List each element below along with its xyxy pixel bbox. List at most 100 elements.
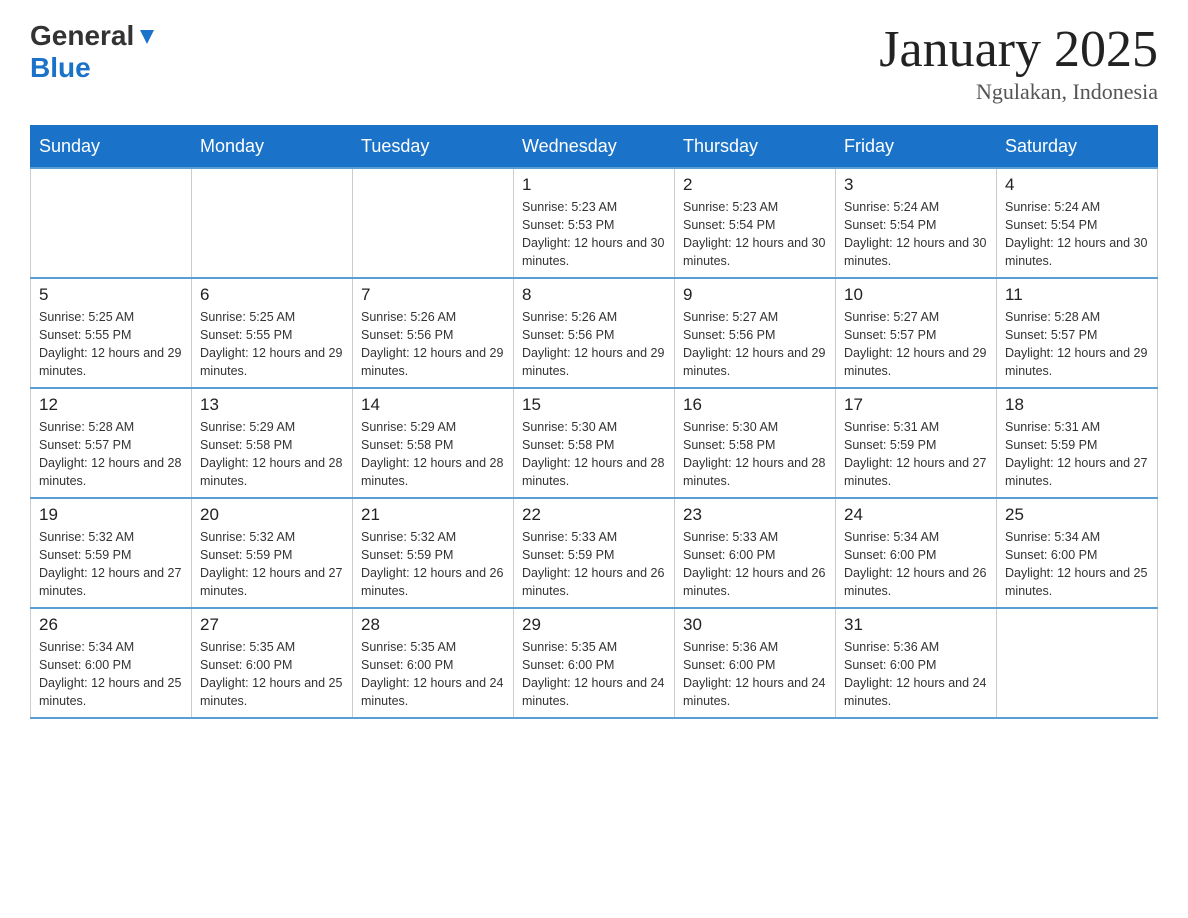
day-number: 22 (522, 505, 666, 525)
day-info: Sunrise: 5:27 AMSunset: 5:57 PMDaylight:… (844, 308, 988, 381)
calendar-cell: 16 Sunrise: 5:30 AMSunset: 5:58 PMDayligh… (675, 388, 836, 498)
day-number: 18 (1005, 395, 1149, 415)
calendar-cell: 29 Sunrise: 5:35 AMSunset: 6:00 PMDayligh… (514, 608, 675, 718)
calendar-cell (31, 168, 192, 278)
calendar-cell (353, 168, 514, 278)
day-number: 21 (361, 505, 505, 525)
title-section: January 2025 Ngulakan, Indonesia (879, 20, 1158, 105)
logo-blue: Blue (30, 52, 91, 84)
day-number: 31 (844, 615, 988, 635)
day-number: 14 (361, 395, 505, 415)
day-info: Sunrise: 5:31 AMSunset: 5:59 PMDaylight:… (844, 418, 988, 491)
calendar-cell: 20 Sunrise: 5:32 AMSunset: 5:59 PMDayligh… (192, 498, 353, 608)
calendar-subtitle: Ngulakan, Indonesia (879, 79, 1158, 105)
day-info: Sunrise: 5:29 AMSunset: 5:58 PMDaylight:… (200, 418, 344, 491)
calendar-cell: 8 Sunrise: 5:26 AMSunset: 5:56 PMDaylight… (514, 278, 675, 388)
calendar-week-5: 26 Sunrise: 5:34 AMSunset: 6:00 PMDayligh… (31, 608, 1158, 718)
day-info: Sunrise: 5:32 AMSunset: 5:59 PMDaylight:… (39, 528, 183, 601)
day-info: Sunrise: 5:34 AMSunset: 6:00 PMDaylight:… (1005, 528, 1149, 601)
day-number: 27 (200, 615, 344, 635)
col-header-wednesday: Wednesday (514, 126, 675, 169)
calendar-cell: 17 Sunrise: 5:31 AMSunset: 5:59 PMDayligh… (836, 388, 997, 498)
logo-triangle-icon (136, 26, 158, 48)
day-info: Sunrise: 5:32 AMSunset: 5:59 PMDaylight:… (361, 528, 505, 601)
day-info: Sunrise: 5:30 AMSunset: 5:58 PMDaylight:… (683, 418, 827, 491)
day-number: 20 (200, 505, 344, 525)
day-info: Sunrise: 5:36 AMSunset: 6:00 PMDaylight:… (844, 638, 988, 711)
day-number: 4 (1005, 175, 1149, 195)
day-info: Sunrise: 5:26 AMSunset: 5:56 PMDaylight:… (522, 308, 666, 381)
calendar-cell: 30 Sunrise: 5:36 AMSunset: 6:00 PMDayligh… (675, 608, 836, 718)
day-number: 6 (200, 285, 344, 305)
day-info: Sunrise: 5:26 AMSunset: 5:56 PMDaylight:… (361, 308, 505, 381)
day-number: 29 (522, 615, 666, 635)
col-header-tuesday: Tuesday (353, 126, 514, 169)
day-info: Sunrise: 5:25 AMSunset: 5:55 PMDaylight:… (200, 308, 344, 381)
day-number: 1 (522, 175, 666, 195)
page-header: General Blue January 2025 Ngulakan, Indo… (30, 20, 1158, 105)
day-number: 16 (683, 395, 827, 415)
day-info: Sunrise: 5:31 AMSunset: 5:59 PMDaylight:… (1005, 418, 1149, 491)
calendar-cell: 21 Sunrise: 5:32 AMSunset: 5:59 PMDayligh… (353, 498, 514, 608)
calendar-cell: 1 Sunrise: 5:23 AMSunset: 5:53 PMDaylight… (514, 168, 675, 278)
calendar-cell: 31 Sunrise: 5:36 AMSunset: 6:00 PMDayligh… (836, 608, 997, 718)
calendar-cell: 19Sunrise: 5:32 AMSunset: 5:59 PMDayligh… (31, 498, 192, 608)
day-number: 12 (39, 395, 183, 415)
day-info: Sunrise: 5:35 AMSunset: 6:00 PMDaylight:… (361, 638, 505, 711)
calendar-cell: 5 Sunrise: 5:25 AMSunset: 5:55 PMDaylight… (31, 278, 192, 388)
calendar-cell: 23Sunrise: 5:33 AMSunset: 6:00 PMDayligh… (675, 498, 836, 608)
col-header-thursday: Thursday (675, 126, 836, 169)
day-info: Sunrise: 5:35 AMSunset: 6:00 PMDaylight:… (522, 638, 666, 711)
day-number: 5 (39, 285, 183, 305)
day-number: 13 (200, 395, 344, 415)
calendar-cell (192, 168, 353, 278)
calendar-week-3: 12 Sunrise: 5:28 AMSunset: 5:57 PMDayligh… (31, 388, 1158, 498)
col-header-monday: Monday (192, 126, 353, 169)
calendar-week-2: 5 Sunrise: 5:25 AMSunset: 5:55 PMDaylight… (31, 278, 1158, 388)
day-info: Sunrise: 5:33 AMSunset: 5:59 PMDaylight:… (522, 528, 666, 601)
calendar-title: January 2025 (879, 20, 1158, 79)
calendar-cell: 13 Sunrise: 5:29 AMSunset: 5:58 PMDayligh… (192, 388, 353, 498)
day-number: 10 (844, 285, 988, 305)
logo: General Blue (30, 20, 158, 84)
calendar-cell: 3 Sunrise: 5:24 AMSunset: 5:54 PMDaylight… (836, 168, 997, 278)
day-info: Sunrise: 5:35 AMSunset: 6:00 PMDaylight:… (200, 638, 344, 711)
calendar-cell: 15Sunrise: 5:30 AMSunset: 5:58 PMDayligh… (514, 388, 675, 498)
day-info: Sunrise: 5:27 AMSunset: 5:56 PMDaylight:… (683, 308, 827, 381)
col-header-saturday: Saturday (997, 126, 1158, 169)
calendar-cell: 6 Sunrise: 5:25 AMSunset: 5:55 PMDaylight… (192, 278, 353, 388)
day-number: 30 (683, 615, 827, 635)
day-info: Sunrise: 5:32 AMSunset: 5:59 PMDaylight:… (200, 528, 344, 601)
day-info: Sunrise: 5:28 AMSunset: 5:57 PMDaylight:… (39, 418, 183, 491)
day-info: Sunrise: 5:33 AMSunset: 6:00 PMDaylight:… (683, 528, 827, 601)
day-number: 2 (683, 175, 827, 195)
day-number: 26 (39, 615, 183, 635)
day-number: 7 (361, 285, 505, 305)
calendar-cell: 26 Sunrise: 5:34 AMSunset: 6:00 PMDayligh… (31, 608, 192, 718)
calendar-header-row: SundayMondayTuesdayWednesdayThursdayFrid… (31, 126, 1158, 169)
day-number: 28 (361, 615, 505, 635)
day-info: Sunrise: 5:34 AMSunset: 6:00 PMDaylight:… (39, 638, 183, 711)
day-info: Sunrise: 5:23 AMSunset: 5:53 PMDaylight:… (522, 198, 666, 271)
calendar-week-4: 19Sunrise: 5:32 AMSunset: 5:59 PMDayligh… (31, 498, 1158, 608)
calendar-cell: 25 Sunrise: 5:34 AMSunset: 6:00 PMDayligh… (997, 498, 1158, 608)
day-number: 17 (844, 395, 988, 415)
calendar-table: SundayMondayTuesdayWednesdayThursdayFrid… (30, 125, 1158, 719)
calendar-cell: 12 Sunrise: 5:28 AMSunset: 5:57 PMDayligh… (31, 388, 192, 498)
calendar-cell: 4Sunrise: 5:24 AMSunset: 5:54 PMDaylight… (997, 168, 1158, 278)
day-info: Sunrise: 5:36 AMSunset: 6:00 PMDaylight:… (683, 638, 827, 711)
day-number: 3 (844, 175, 988, 195)
day-info: Sunrise: 5:23 AMSunset: 5:54 PMDaylight:… (683, 198, 827, 271)
day-info: Sunrise: 5:25 AMSunset: 5:55 PMDaylight:… (39, 308, 183, 381)
day-info: Sunrise: 5:28 AMSunset: 5:57 PMDaylight:… (1005, 308, 1149, 381)
day-number: 8 (522, 285, 666, 305)
calendar-cell: 7 Sunrise: 5:26 AMSunset: 5:56 PMDaylight… (353, 278, 514, 388)
calendar-cell: 2 Sunrise: 5:23 AMSunset: 5:54 PMDaylight… (675, 168, 836, 278)
day-number: 25 (1005, 505, 1149, 525)
day-number: 11 (1005, 285, 1149, 305)
calendar-cell: 9Sunrise: 5:27 AMSunset: 5:56 PMDaylight… (675, 278, 836, 388)
day-info: Sunrise: 5:24 AMSunset: 5:54 PMDaylight:… (844, 198, 988, 271)
calendar-cell (997, 608, 1158, 718)
calendar-cell: 28 Sunrise: 5:35 AMSunset: 6:00 PMDayligh… (353, 608, 514, 718)
col-header-sunday: Sunday (31, 126, 192, 169)
